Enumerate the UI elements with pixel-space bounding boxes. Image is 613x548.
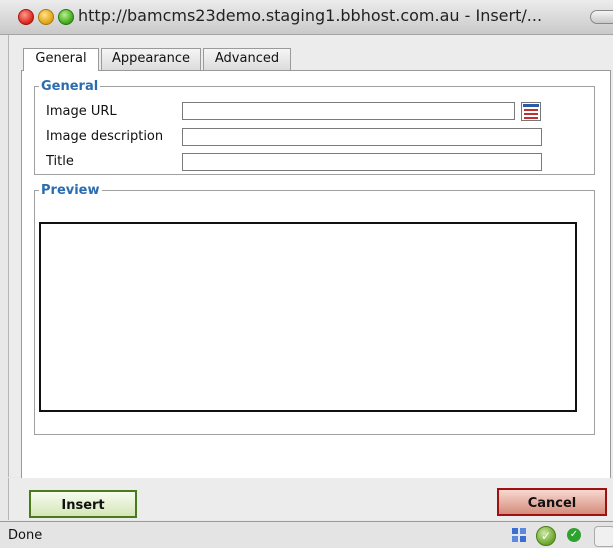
status-ok-icon[interactable]: ✓ [567, 528, 581, 542]
status-bar: Done ✓ ✓ [0, 521, 613, 548]
image-description-input[interactable] [182, 128, 542, 146]
preview-fieldset: Preview [34, 183, 595, 435]
status-text: Done [8, 528, 43, 543]
tab-advanced[interactable]: Advanced [203, 48, 291, 70]
window-titlebar: http://bamcms23demo.staging1.bbhost.com.… [0, 0, 613, 35]
title-input[interactable] [182, 153, 542, 171]
close-window-button[interactable] [18, 9, 34, 25]
minimize-window-button[interactable] [38, 9, 54, 25]
image-description-label: Image description [46, 129, 164, 144]
cancel-button[interactable]: Cancel [497, 488, 607, 516]
preview-legend: Preview [41, 183, 100, 198]
image-url-label: Image URL [46, 104, 117, 119]
dialog-button-bar: Insert Cancel [8, 478, 613, 520]
image-preview-area [39, 222, 577, 412]
tab-general[interactable]: General [23, 48, 99, 71]
insert-button[interactable]: Insert [29, 490, 137, 518]
window-title: http://bamcms23demo.staging1.bbhost.com.… [78, 6, 543, 25]
tab-appearance[interactable]: Appearance [101, 48, 201, 70]
toolbar-toggle-button[interactable] [590, 10, 613, 24]
validation-check-icon[interactable]: ✓ [536, 526, 556, 546]
image-url-input[interactable] [182, 102, 515, 120]
js-icon[interactable] [511, 527, 527, 543]
title-label: Title [46, 154, 74, 169]
tab-panel-general: General Image URL Image description Titl… [21, 70, 611, 512]
browse-icon[interactable] [521, 102, 541, 121]
dialog-content: General Appearance Advanced General Imag… [8, 35, 613, 512]
zoom-window-button[interactable] [58, 9, 74, 25]
general-legend: General [41, 79, 99, 94]
resize-handle[interactable] [594, 526, 613, 547]
